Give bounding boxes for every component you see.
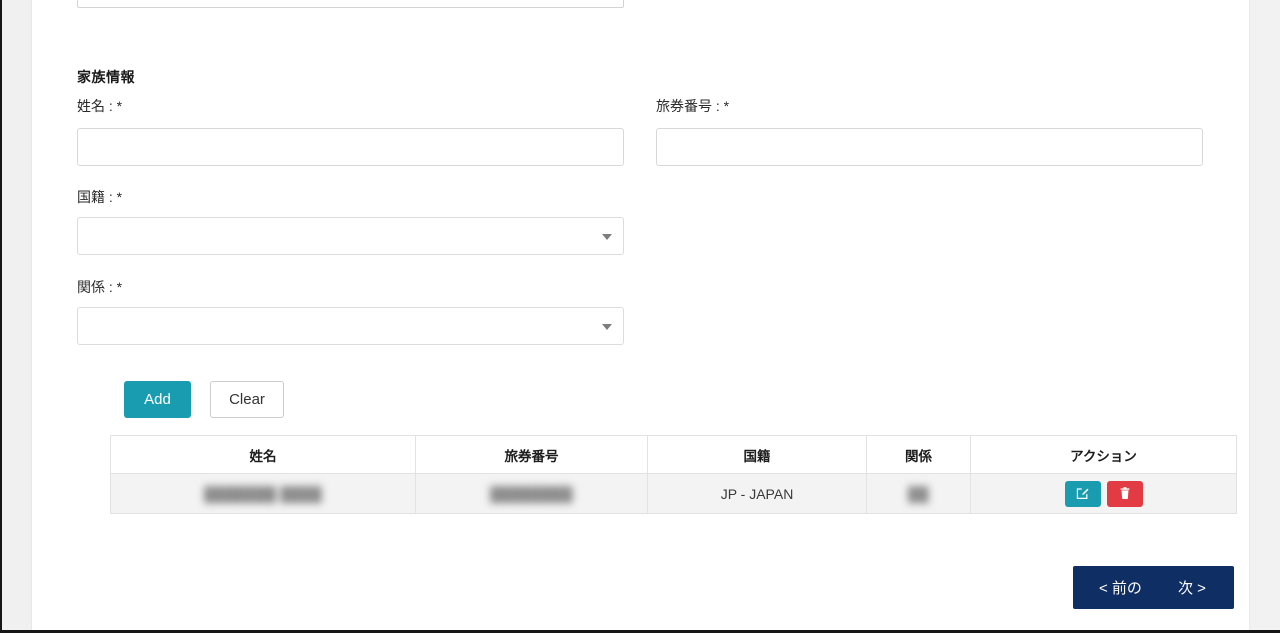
name-input[interactable] — [77, 128, 624, 166]
relationship-select[interactable] — [77, 307, 624, 345]
table-row: ███████ ████ ████████ JP - JAPAN ██ — [110, 473, 1237, 514]
cell-actions — [970, 473, 1237, 514]
redacted-relationship-value: ██ — [908, 485, 929, 502]
table-header-name: 姓名 — [110, 435, 416, 474]
next-button[interactable]: 次 > — [1158, 566, 1234, 609]
table-header-nationality: 国籍 — [647, 435, 867, 474]
passport-number-input[interactable] — [656, 128, 1203, 166]
cell-nationality: JP - JAPAN — [647, 473, 867, 514]
delete-row-button[interactable] — [1106, 480, 1143, 507]
table-header-relationship: 関係 — [866, 435, 971, 474]
chevron-down-icon — [602, 234, 612, 240]
family-members-table: 姓名 旅券番号 国籍 関係 アクション ███████ ████ ███████… — [110, 435, 1237, 514]
app-viewport: 家族情報 姓名 : * 旅券番号 : * 国籍 : * 関係 : * Add C… — [0, 0, 1280, 633]
form-card: 家族情報 姓名 : * 旅券番号 : * 国籍 : * 関係 : * Add C… — [33, 0, 1249, 630]
table-header-actions: アクション — [970, 435, 1237, 474]
scrolled-off-input[interactable] — [77, 0, 624, 8]
cell-relationship: ██ — [866, 473, 971, 514]
table-header-row: 姓名 旅券番号 国籍 関係 アクション — [110, 435, 1237, 474]
page-right-gutter — [1249, 0, 1280, 630]
label-passport-number: 旅券番号 : * — [656, 98, 730, 114]
wizard-navigation: < 前の 次 > — [1073, 566, 1234, 609]
table-header-passport: 旅券番号 — [415, 435, 648, 474]
edit-pencil-icon — [1075, 486, 1090, 501]
redacted-passport-value: ████████ — [490, 485, 573, 502]
trash-icon — [1118, 486, 1132, 501]
cell-passport: ████████ — [415, 473, 648, 514]
chevron-down-icon — [602, 324, 612, 330]
label-nationality: 国籍 : * — [77, 189, 123, 205]
clear-button[interactable]: Clear — [210, 381, 284, 418]
label-name: 姓名 : * — [77, 98, 123, 114]
edit-row-button[interactable] — [1064, 480, 1101, 507]
sidebar-rail — [2, 0, 32, 633]
add-button[interactable]: Add — [124, 381, 191, 418]
label-relationship: 関係 : * — [77, 279, 123, 295]
nationality-select[interactable] — [77, 217, 624, 255]
cell-name: ███████ ████ — [110, 473, 416, 514]
section-title-family-info: 家族情報 — [77, 69, 135, 85]
previous-button[interactable]: < 前の — [1073, 566, 1158, 609]
redacted-name-value: ███████ ████ — [204, 485, 322, 502]
